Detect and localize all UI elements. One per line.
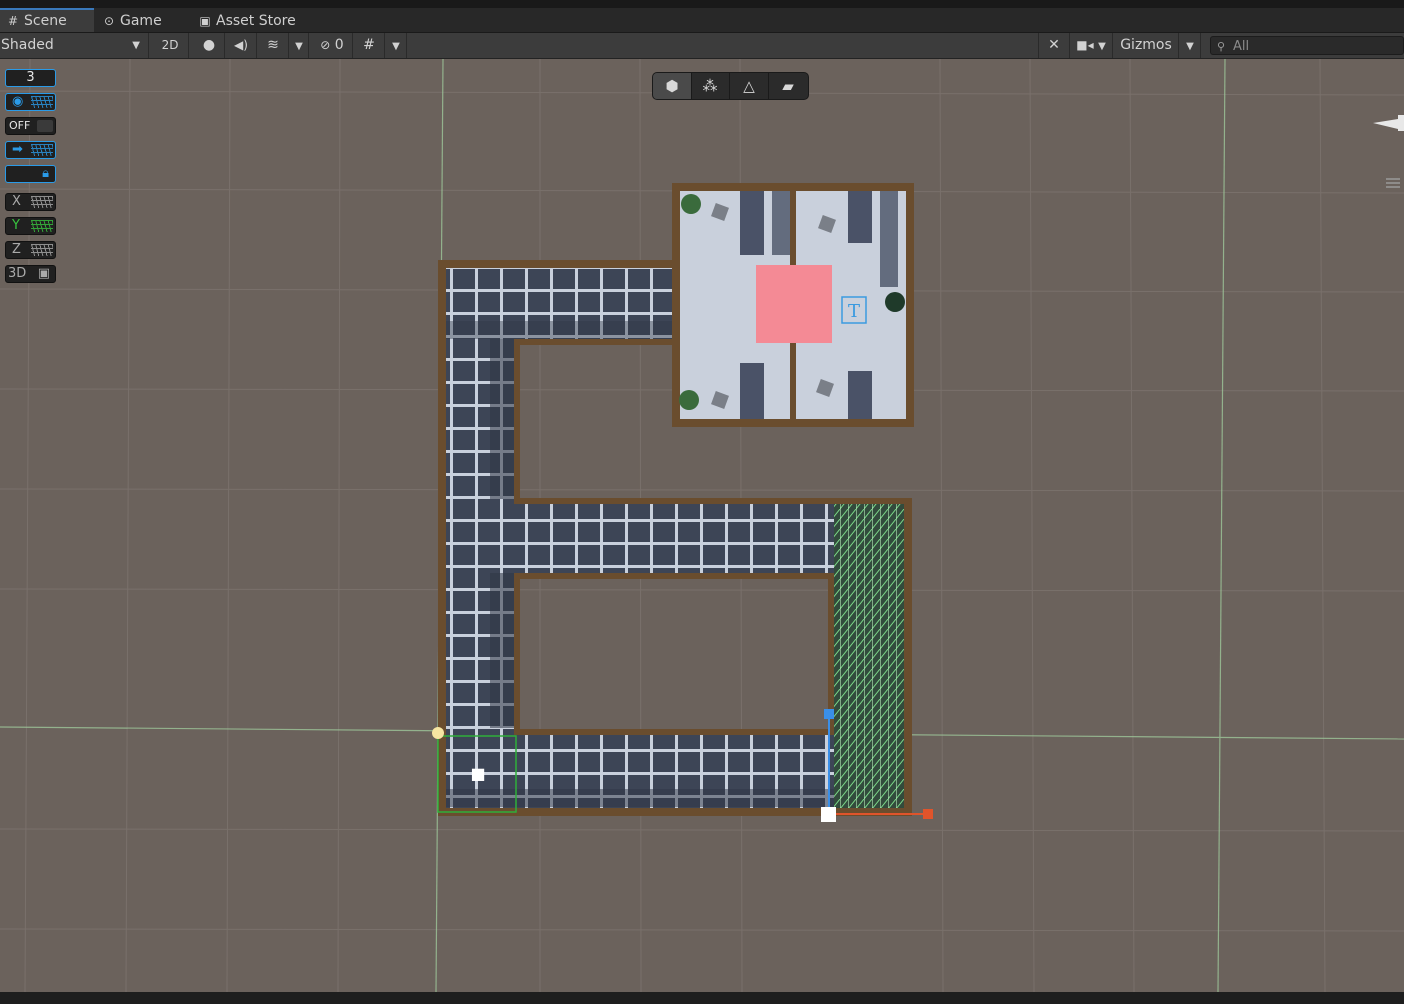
axis-y-toggle[interactable]: Y [5, 217, 56, 235]
axis-y-label: Y [12, 218, 20, 233]
grid-toggle-button[interactable]: # [354, 33, 385, 58]
tab-scene-label: Scene [24, 13, 67, 29]
tab-asset-store[interactable]: ▣ Asset Store [198, 8, 308, 32]
lock-icon: 🔒︎ [42, 166, 49, 181]
chevron-down-icon: ▼ [1186, 41, 1194, 52]
eye-icon: ◉ [12, 94, 24, 109]
camera-icon: ■◂ [1076, 38, 1094, 52]
chevron-down-icon: ▼ [1098, 41, 1106, 52]
corridor-shadow-lower [490, 573, 514, 728]
hidden-count: 0 [334, 37, 344, 53]
cube-grid-icon: ▣ [37, 266, 50, 281]
layer-field[interactable]: 3 [5, 69, 56, 87]
gamepad-icon: ⊙ [103, 14, 115, 28]
corridor-shadow-bottom [446, 789, 834, 807]
layer-value: 3 [26, 70, 35, 85]
object-mode-button[interactable]: ⬢ [653, 73, 692, 99]
search-input[interactable]: ⚲ All [1210, 36, 1404, 55]
edge-tool-icon: △ [743, 77, 755, 95]
effects-toggle-button[interactable]: ≋ [258, 33, 289, 58]
search-icon: ⚲ [1217, 40, 1226, 53]
tab-scene[interactable]: # Scene [0, 8, 94, 32]
tools-icon: ✕ [1048, 37, 1060, 53]
tab-game[interactable]: ⊙ Game [102, 8, 182, 32]
scene-viewport[interactable]: T ■ 3 ◉ OFF ➡ 🔒︎ X Y Z 3D ▣ [0, 59, 1404, 992]
status-bar [0, 992, 1404, 1004]
search-placeholder: All [1233, 39, 1250, 54]
eye-hidden-icon: ⊘ [320, 38, 331, 52]
grid-icon [31, 220, 53, 232]
gizmo-handle-z [824, 709, 834, 719]
chevron-down-icon: ▼ [295, 41, 303, 52]
window-top-strip [0, 0, 1404, 8]
shading-mode-dropdown[interactable]: Shaded ▼ [0, 33, 149, 58]
face-tool-icon: ▰ [782, 77, 794, 95]
chevron-down-icon: ▼ [132, 40, 140, 51]
scene-visibility-toggle[interactable]: ⊘ 0 [312, 33, 353, 58]
plant-icon [679, 390, 699, 410]
grid-lock-toggle[interactable]: 🔒︎ [5, 165, 56, 183]
grid-icon: # [363, 37, 375, 53]
scene-toolbar: Shaded ▼ 2D ● ◀) ≋ ▼ ⊘ 0 # ▼ ✕ ■◂ ▼ Gizm… [0, 33, 1404, 59]
gizmo-center-handle [821, 807, 836, 822]
snap-off-label: OFF [9, 119, 31, 132]
mesh-edit-mode-toolbar: ⬢ ⁂ △ ▰ [652, 72, 809, 100]
vertex-tool-icon: ⁂ [702, 77, 718, 95]
scene-canvas[interactable]: T ■ [0, 59, 1404, 992]
edge-mode-button[interactable]: △ [730, 73, 769, 99]
player-camera-icon: ■ [470, 764, 485, 783]
audio-toggle-button[interactable]: ◀) [226, 33, 257, 58]
chevron-down-icon: ▼ [392, 41, 400, 52]
axis-z-toggle[interactable]: Z [5, 241, 56, 259]
camera-settings-dropdown[interactable]: ■◂ ▼ [1070, 33, 1113, 58]
grid-icon [31, 244, 53, 256]
effects-icon: ≋ [267, 37, 279, 53]
2d-toggle-button[interactable]: 2D [152, 33, 189, 58]
toggle-knob-icon [37, 120, 53, 132]
corridor-middle [514, 504, 834, 573]
shading-mode-label: Shaded [1, 37, 54, 53]
lightbulb-icon: ● [202, 37, 216, 53]
corridor-shadow-left [490, 339, 514, 499]
effects-dropdown[interactable]: ▼ [290, 33, 309, 58]
plant-icon [681, 194, 701, 214]
gizmos-label: Gizmos [1120, 37, 1172, 53]
lighting-toggle-button[interactable]: ● [194, 33, 225, 58]
3d-grid-toggle[interactable]: 3D ▣ [5, 265, 56, 283]
vertex-mode-button[interactable]: ⁂ [691, 73, 730, 99]
trigger-marker-label: T [848, 301, 860, 322]
axis-x-label: X [12, 194, 21, 209]
speaker-icon: ◀) [234, 38, 248, 52]
2d-toggle-label: 2D [161, 38, 179, 52]
corridor-shadow-top [446, 321, 672, 339]
plant-icon [885, 292, 905, 312]
grid-icon [31, 196, 53, 208]
grid-icon: # [7, 14, 19, 28]
box-tool-icon: ⬢ [665, 77, 679, 95]
light-gizmo-icon [432, 727, 444, 739]
gizmos-button[interactable]: Gizmos [1114, 33, 1179, 58]
grid-icon [31, 96, 53, 108]
target-zone [756, 265, 832, 343]
axis-x-toggle[interactable]: X [5, 193, 56, 211]
grid-visibility-toggle[interactable]: ◉ [5, 93, 56, 111]
tab-asset-store-label: Asset Store [216, 13, 296, 29]
mode-3d-label: 3D [8, 266, 27, 281]
axis-z-label: Z [12, 242, 21, 257]
grid-dropdown[interactable]: ▼ [386, 33, 407, 58]
target-room: T [679, 191, 906, 419]
orientation-gizmo[interactable] [1373, 115, 1404, 188]
grid-icon [31, 144, 53, 156]
tab-bar: # Scene ⊙ Game ▣ Asset Store [0, 8, 1404, 33]
gizmos-dropdown[interactable]: ▼ [1180, 33, 1201, 58]
tools-settings-button[interactable]: ✕ [1038, 33, 1070, 58]
face-mode-button[interactable]: ▰ [769, 73, 807, 99]
arrow-right-icon: ➡ [12, 142, 23, 157]
gizmo-handle-x [923, 809, 933, 819]
grid-move-toggle[interactable]: ➡ [5, 141, 56, 159]
snap-toggle[interactable]: OFF [5, 117, 56, 135]
selected-mesh-region [834, 504, 904, 808]
tab-game-label: Game [120, 13, 162, 29]
bag-icon: ▣ [199, 14, 211, 28]
